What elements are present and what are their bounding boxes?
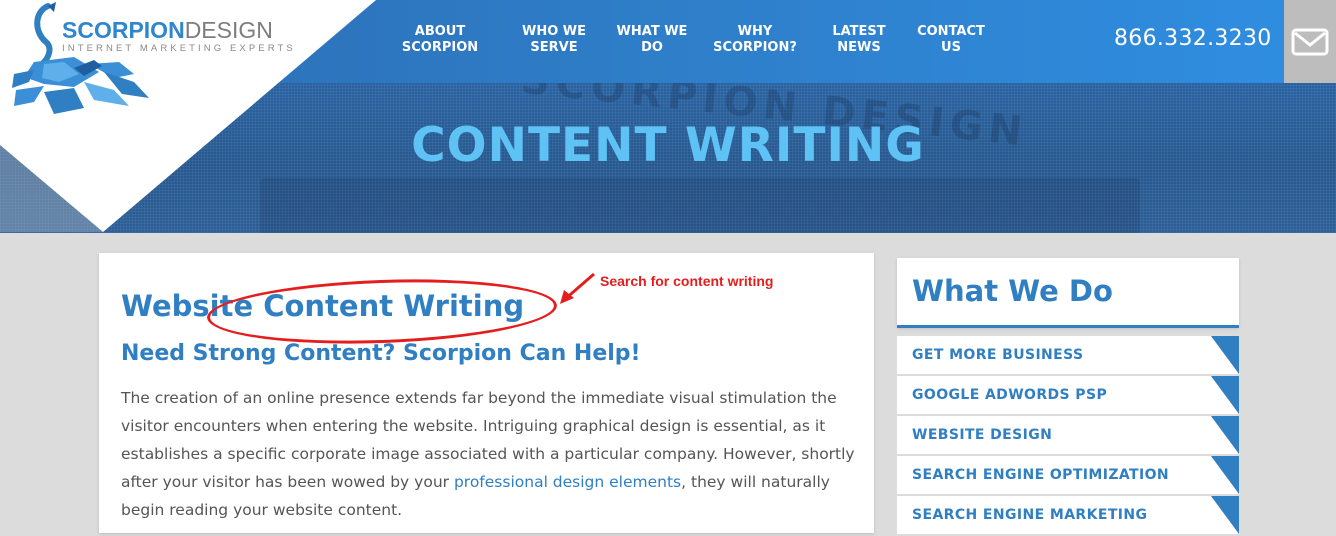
sidebar-item-corner-icon [1211, 496, 1239, 534]
nav-label-line1: CONTACT [917, 24, 985, 39]
sidebar-item-corner-icon [1211, 456, 1239, 494]
phone-number[interactable]: 866.332.3230 [1114, 26, 1272, 51]
nav-label-line1: WHO WE [521, 24, 587, 39]
sidebar-item-sem[interactable]: SEARCH ENGINE MARKETING [897, 496, 1239, 534]
sidebar-item-label: WEBSITE DESIGN [912, 427, 1053, 443]
sidebar-item-corner-icon [1211, 336, 1239, 374]
sidebar-item-corner-icon [1211, 416, 1239, 454]
nav-label-line2: SERVE [530, 40, 578, 55]
sidebar-item-website-design[interactable]: WEBSITE DESIGN [897, 416, 1239, 454]
sidebar-title: What We Do [912, 274, 1113, 308]
brand-tagline: INTERNET MARKETING EXPERTS [62, 43, 296, 54]
nav-label-line2: DO [641, 40, 663, 55]
nav-label-line2: SCORPION [401, 40, 479, 55]
sidebar-item-label: SEARCH ENGINE MARKETING [912, 507, 1148, 523]
article-subheading: Need Strong Content? Scorpion Can Help! [121, 341, 641, 366]
email-button[interactable] [1284, 0, 1336, 83]
nav-what-we-do[interactable]: WHAT WE DO [613, 24, 691, 56]
nav-label-line2: NEWS [837, 40, 881, 55]
nav-about-scorpion[interactable]: ABOUT SCORPION [400, 24, 480, 56]
sidebar-item-seo[interactable]: SEARCH ENGINE OPTIMIZATION [897, 456, 1239, 494]
hero-background-shape [260, 178, 1140, 233]
article-paragraph: The creation of an online presence exten… [121, 384, 861, 524]
nav-label-line2: US [941, 40, 961, 55]
brand-logo[interactable]: SCORPIONDESIGN INTERNET MARKETING EXPERT… [62, 18, 296, 54]
sidebar-header: What We Do [897, 258, 1239, 328]
sidebar-item-corner-icon [1211, 376, 1239, 414]
professional-design-link[interactable]: professional design elements [454, 473, 681, 491]
nav-latest-news[interactable]: LATEST NEWS [826, 24, 892, 56]
sidebar-item-get-more-business[interactable]: GET MORE BUSINESS [897, 336, 1239, 374]
sidebar-item-google-adwords-psp[interactable]: GOOGLE ADWORDS PSP [897, 376, 1239, 414]
nav-label-line1: WHY [737, 24, 773, 39]
envelope-icon [1291, 28, 1329, 55]
sidebar-item-label: GET MORE BUSINESS [912, 347, 1084, 363]
brand-name-part1: SCORPION [62, 17, 185, 43]
sidebar-item-label: SEARCH ENGINE OPTIMIZATION [912, 467, 1169, 483]
nav-who-we-serve[interactable]: WHO WE SERVE [517, 24, 591, 56]
brand-name: SCORPIONDESIGN [62, 18, 296, 42]
nav-label-line1: LATEST [832, 24, 886, 39]
sidebar-menu: GET MORE BUSINESS GOOGLE ADWORDS PSP WEB… [897, 336, 1239, 536]
nav-label-line1: WHAT WE [616, 24, 688, 39]
nav-label-line1: ABOUT [414, 24, 466, 39]
nav-contact-us[interactable]: CONTACT US [913, 24, 989, 56]
annotation-label: Search for content writing [600, 273, 774, 289]
annotation-arrow-icon [560, 272, 595, 304]
sidebar-item-label: GOOGLE ADWORDS PSP [912, 387, 1108, 403]
nav-why-scorpion[interactable]: WHY SCORPION? [710, 24, 800, 56]
nav-label-line2: SCORPION? [713, 40, 797, 55]
brand-name-part2: DESIGN [184, 17, 273, 43]
